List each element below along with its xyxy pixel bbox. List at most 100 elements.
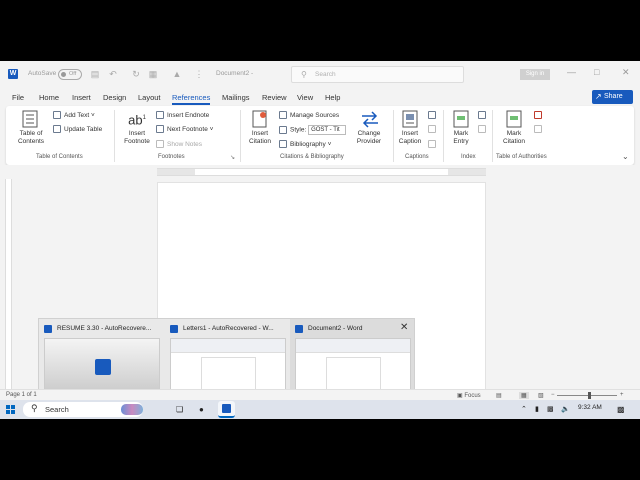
insert-index-icon[interactable] xyxy=(478,111,486,119)
change-provider-label-2: Provider xyxy=(356,138,382,145)
search-box[interactable]: ⚲ Search xyxy=(291,66,464,83)
show-notes-button[interactable]: Show Notes xyxy=(156,140,202,149)
word-taskbar-button[interactable] xyxy=(218,401,235,418)
notifications-icon[interactable]: ▩ xyxy=(617,404,625,415)
mark-entry-label-1: Mark xyxy=(453,130,469,137)
zoom-slider[interactable] xyxy=(557,395,617,396)
insert-endnote-button[interactable]: Insert Endnote xyxy=(156,111,209,120)
redo-icon[interactable]: ↻ xyxy=(131,69,141,79)
insert-table-of-figures-icon[interactable] xyxy=(428,111,436,119)
style-select[interactable]: GOST - Tit xyxy=(308,125,347,135)
focus-button[interactable]: ▣ Focus xyxy=(457,392,481,399)
show-notes-label: Show Notes xyxy=(167,141,203,148)
tab-view[interactable]: View xyxy=(297,93,313,102)
tab-home[interactable]: Home xyxy=(39,93,59,102)
style-row: Style: GOST - Tit xyxy=(279,125,347,135)
tab-design[interactable]: Design xyxy=(103,93,126,102)
ruler-left-margin xyxy=(157,169,195,175)
add-text-button[interactable]: Add Text ˅ xyxy=(53,111,95,120)
cross-reference-icon[interactable] xyxy=(428,140,436,148)
format-painter-icon[interactable]: ▲ xyxy=(172,69,182,79)
update-table-icon xyxy=(53,125,61,134)
print-layout-icon[interactable]: ▦ xyxy=(519,392,529,399)
mini-ribbon xyxy=(296,339,410,353)
word-app-icon: W xyxy=(8,69,18,79)
tab-review[interactable]: Review xyxy=(262,93,287,102)
bibliography-icon xyxy=(279,140,287,149)
vertical-ruler[interactable] xyxy=(5,179,12,389)
zoom-out-icon[interactable]: − xyxy=(551,392,555,398)
web-layout-icon[interactable]: ▧ xyxy=(538,392,544,399)
autosave-label: AutoSave xyxy=(28,70,57,77)
update-table-label: Update Table xyxy=(64,126,103,133)
tab-references[interactable]: References xyxy=(172,93,211,105)
close-thumbnail-icon[interactable]: ✕ xyxy=(400,322,408,333)
group-citations-bibliography: Citations & Bibliography xyxy=(280,154,344,160)
undo-icon[interactable]: ↶ xyxy=(108,69,118,79)
thumbnail-title: RESUME 3.30 - AutoRecovere... xyxy=(57,325,152,332)
bibliography-button[interactable]: Bibliography ˅ xyxy=(279,140,331,149)
tab-help[interactable]: Help xyxy=(325,93,340,102)
insert-table-of-authorities-icon[interactable] xyxy=(534,111,542,119)
manage-sources-icon xyxy=(279,111,287,120)
maximize-icon[interactable]: □ xyxy=(594,67,599,77)
windows-start-icon[interactable] xyxy=(6,405,15,414)
group-captions: Captions xyxy=(405,154,429,160)
update-table-of-figures-icon[interactable] xyxy=(428,125,436,133)
collapse-ribbon-icon[interactable]: ⌄ xyxy=(622,152,629,161)
tab-file[interactable]: File xyxy=(12,93,24,102)
minimize-icon[interactable]: — xyxy=(567,67,576,77)
footnote-ab-icon: ab1 xyxy=(128,112,146,128)
manage-sources-button[interactable]: Manage Sources xyxy=(279,111,339,120)
mark-entry-icon xyxy=(453,110,469,128)
task-view-icon[interactable]: ❏ xyxy=(176,404,183,415)
read-mode-icon[interactable]: ▤ xyxy=(496,392,502,399)
footnotes-dialog-launcher-icon[interactable]: ↘ xyxy=(230,154,235,161)
autosave-toggle[interactable]: Off xyxy=(58,69,82,80)
browser-icon[interactable]: ● xyxy=(199,404,204,415)
update-index-icon[interactable] xyxy=(478,125,486,133)
save-icon[interactable]: ▤ xyxy=(90,69,100,79)
toc-label-2: Contents xyxy=(17,138,45,145)
usb-icon[interactable]: ▮ xyxy=(535,404,539,415)
tab-layout[interactable]: Layout xyxy=(138,93,161,102)
network-icon[interactable]: ▩ xyxy=(547,404,554,415)
close-icon[interactable]: ✕ xyxy=(622,67,630,78)
ribbon-separator xyxy=(393,110,394,162)
next-footnote-label: Next Footnote xyxy=(167,126,208,133)
caption-label-1: Insert xyxy=(401,130,419,137)
word-window: W AutoSave Off ▤ ↶ ↻ ▦ ▲ ⋮ Document2 - ⚲… xyxy=(0,61,640,419)
share-button[interactable]: Share xyxy=(592,90,633,104)
change-provider-label-1: Change xyxy=(357,130,381,137)
manage-sources-label: Manage Sources xyxy=(290,112,340,119)
ribbon-separator xyxy=(114,110,115,162)
style-label: Style: xyxy=(290,126,307,134)
toc-label-1: Table of xyxy=(19,130,43,137)
page-count[interactable]: Page 1 of 1 xyxy=(6,392,37,398)
thumbnail-title: Document2 - Word xyxy=(308,325,363,332)
zoom-in-icon[interactable]: + xyxy=(620,392,624,398)
sign-in-button[interactable]: Sign in xyxy=(520,69,550,80)
show-hidden-icons-icon[interactable]: ⌃ xyxy=(521,404,527,415)
new-document-icon[interactable]: ▦ xyxy=(148,69,158,79)
zoom-slider-thumb[interactable] xyxy=(588,392,591,399)
horizontal-ruler[interactable] xyxy=(157,168,486,176)
word-taskbar-icon xyxy=(222,404,231,413)
mark-citation-label-1: Mark xyxy=(506,130,522,137)
next-footnote-button[interactable]: Next Footnote ˅ xyxy=(156,125,213,134)
caption-label-2: Caption xyxy=(398,138,422,145)
thumbnail-title: Letters1 - AutoRecovered - W... xyxy=(183,325,274,332)
mark-citation-icon xyxy=(506,110,522,128)
update-table-of-authorities-icon[interactable] xyxy=(534,125,542,133)
volume-icon[interactable]: 🔈 xyxy=(561,404,570,415)
word-doc-icon xyxy=(170,325,178,333)
change-provider-icon xyxy=(362,111,378,128)
tab-mailings[interactable]: Mailings xyxy=(222,93,250,102)
group-footnotes: Footnotes xyxy=(158,154,185,160)
citation-label-1: Insert xyxy=(251,130,269,137)
tab-insert[interactable]: Insert xyxy=(72,93,91,102)
taskbar-search[interactable]: ⚲ Search xyxy=(23,402,143,417)
update-table-button[interactable]: Update Table xyxy=(53,125,102,134)
taskbar-clock[interactable]: 9:32 AM xyxy=(578,404,602,411)
customize-quick-access-icon[interactable]: ⋮ xyxy=(194,69,204,79)
